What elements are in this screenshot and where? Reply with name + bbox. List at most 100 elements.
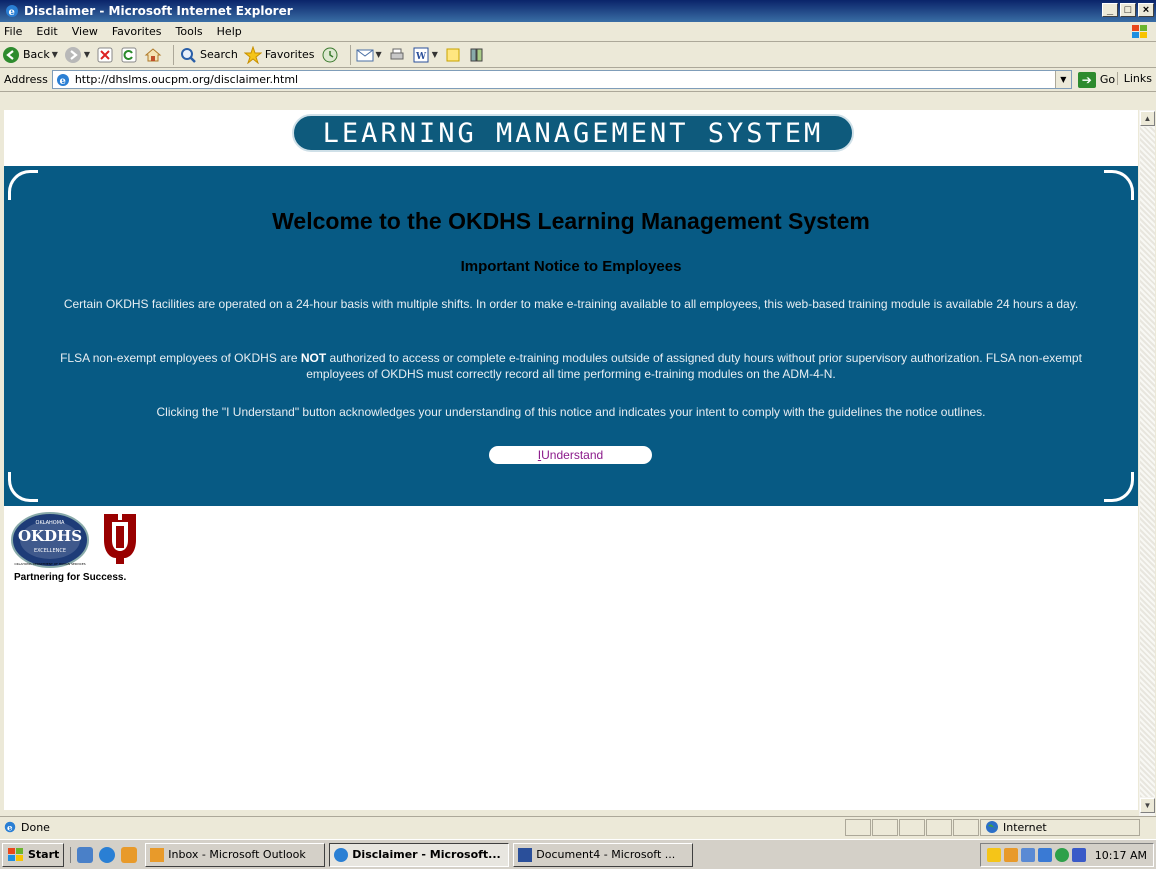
mail-tray-icon[interactable] [986,848,1001,862]
back-button[interactable]: Back ▼ [2,46,58,64]
welcome-panel: Welcome to the OKDHS Learning Management… [4,166,1138,506]
minimize-button[interactable]: _ [1102,3,1118,17]
stop-icon [97,47,113,62]
status-cell [899,818,925,836]
standard-toolbar: Back ▼ ▼ Search Favorites ▼ W ▼ [0,42,1156,68]
outlook-quicklaunch-icon[interactable] [121,846,138,863]
status-bar: e Done Internet [0,816,1156,837]
word-icon: W [413,47,429,62]
address-label: Address [4,73,48,86]
forward-dropdown-icon[interactable]: ▼ [84,50,90,59]
mail-button[interactable]: ▼ [356,46,382,64]
task-outlook[interactable]: Inbox - Microsoft Outlook [145,842,326,867]
start-button[interactable]: Start [2,842,65,867]
research-icon [470,48,483,61]
menu-bar: File Edit View Favorites Tools Help [0,22,1156,42]
notice-title: Important Notice to Employees [460,258,682,275]
status-cell [872,818,898,836]
links-toolbar[interactable]: Links [1116,72,1152,85]
okdhs-seal-logo: OKLAHOMA OKDHS EXCELLENCE OKLAHOMA DEPAR… [11,512,89,568]
status-cell [845,818,871,836]
forward-arrow-icon [64,46,81,63]
network2-tray-icon[interactable] [1037,848,1052,862]
outlook-tray-icon[interactable] [1003,848,1018,862]
word-task-icon [518,847,533,862]
seal-main-text: OKDHS [18,527,82,545]
page-content: LEARNING MANAGEMENT SYSTEM Welcome to th… [4,110,1138,810]
maximize-button[interactable]: □ [1120,3,1136,17]
outlook-icon [150,847,165,862]
para2-text-a: FLSA non-exempt employees of OKDHS are [60,351,301,365]
menu-file[interactable]: File [4,25,22,38]
home-button[interactable] [144,46,162,64]
menu-tools[interactable]: Tools [176,25,203,38]
print-button[interactable] [388,46,406,64]
vertical-scrollbar[interactable]: ▲ ▼ [1138,110,1155,816]
seal-sub-text: EXCELLENCE [34,548,66,554]
svg-text:e: e [9,7,15,18]
scroll-up-icon[interactable]: ▲ [1140,111,1155,126]
status-cell [926,818,952,836]
favorites-label: Favorites [264,48,315,61]
globe-icon [986,821,998,833]
task-document4[interactable]: Document4 - Microsoft ... [513,842,694,867]
search-button[interactable]: Search [179,46,238,64]
zone-label: Internet [1003,820,1047,834]
refresh-button[interactable] [120,46,138,64]
start-label: Start [28,848,60,861]
show-desktop-icon[interactable] [77,846,94,863]
task-label: Inbox - Microsoft Outlook [168,848,306,861]
ie-quicklaunch-icon[interactable] [99,846,116,863]
research-button[interactable] [468,46,486,64]
scroll-track[interactable] [1140,127,1155,797]
para2-not: NOT [300,351,327,365]
favorites-star-icon [243,45,262,64]
ie-task-icon [334,847,349,862]
page-icon: e [56,73,69,87]
corner-decoration [8,170,38,200]
i-understand-button[interactable]: I Understand [489,446,652,464]
security-zone[interactable]: Internet [980,818,1140,836]
stop-button[interactable] [96,46,114,64]
menu-edit[interactable]: Edit [36,25,57,38]
notice-paragraph-1: Certain OKDHS facilities are operated on… [63,297,1079,311]
seal-top-text: OKLAHOMA [36,520,66,526]
welcome-heading: Welcome to the OKDHS Learning Management… [272,208,870,234]
clock[interactable]: 10:17 AM [1095,849,1147,862]
go-arrow-icon: ➔ [1077,71,1096,88]
edit-dropdown-icon[interactable]: ▼ [432,50,438,59]
history-button[interactable] [321,46,339,64]
banner-text: LEARNING MANAGEMENT SYSTEM [322,117,824,149]
menu-favorites[interactable]: Favorites [112,25,162,38]
menu-view[interactable]: View [72,25,98,38]
history-icon [322,47,338,62]
partner-tagline: Partnering for Success. [14,572,127,583]
para2-text-b: authorized to access or complete e-train… [306,351,1082,381]
status-tray-icon[interactable] [1054,848,1069,862]
corner-decoration [8,472,38,502]
status-cell [953,818,979,836]
address-bar: Address e http://dhslms.oucpm.org/discla… [0,68,1156,92]
mail-dropdown-icon[interactable]: ▼ [376,50,382,59]
refresh-icon [121,47,137,62]
discuss-button[interactable] [444,46,462,64]
favorites-button[interactable]: Favorites [243,45,315,64]
go-label: Go [1099,73,1116,86]
notice-paragraph-2: FLSA non-exempt employees of OKDHS are N… [34,350,1108,382]
ie-icon: e [6,5,18,18]
close-button[interactable]: × [1138,3,1154,17]
address-dropdown-icon[interactable]: ▼ [1054,71,1071,88]
system-tray: 10:17 AM [979,843,1154,867]
antivirus-tray-icon[interactable] [1071,848,1086,862]
go-button[interactable]: ➔ Go [1077,71,1116,88]
task-disclaimer[interactable]: Disclaimer - Microsoft... [329,842,510,867]
address-input[interactable]: e http://dhslms.oucpm.org/disclaimer.htm… [51,70,1072,89]
menu-help[interactable]: Help [217,25,242,38]
network-tray-icon[interactable] [1020,848,1035,862]
scroll-down-icon[interactable]: ▼ [1140,798,1155,813]
window-title-bar[interactable]: e Disclaimer - Microsoft Internet Explor… [0,0,1156,22]
edit-word-button[interactable]: W ▼ [412,46,438,64]
back-dropdown-icon[interactable]: ▼ [52,50,58,59]
forward-button[interactable]: ▼ [64,46,90,64]
notice-paragraph-3: Clicking the "I Understand" button ackno… [156,405,986,419]
